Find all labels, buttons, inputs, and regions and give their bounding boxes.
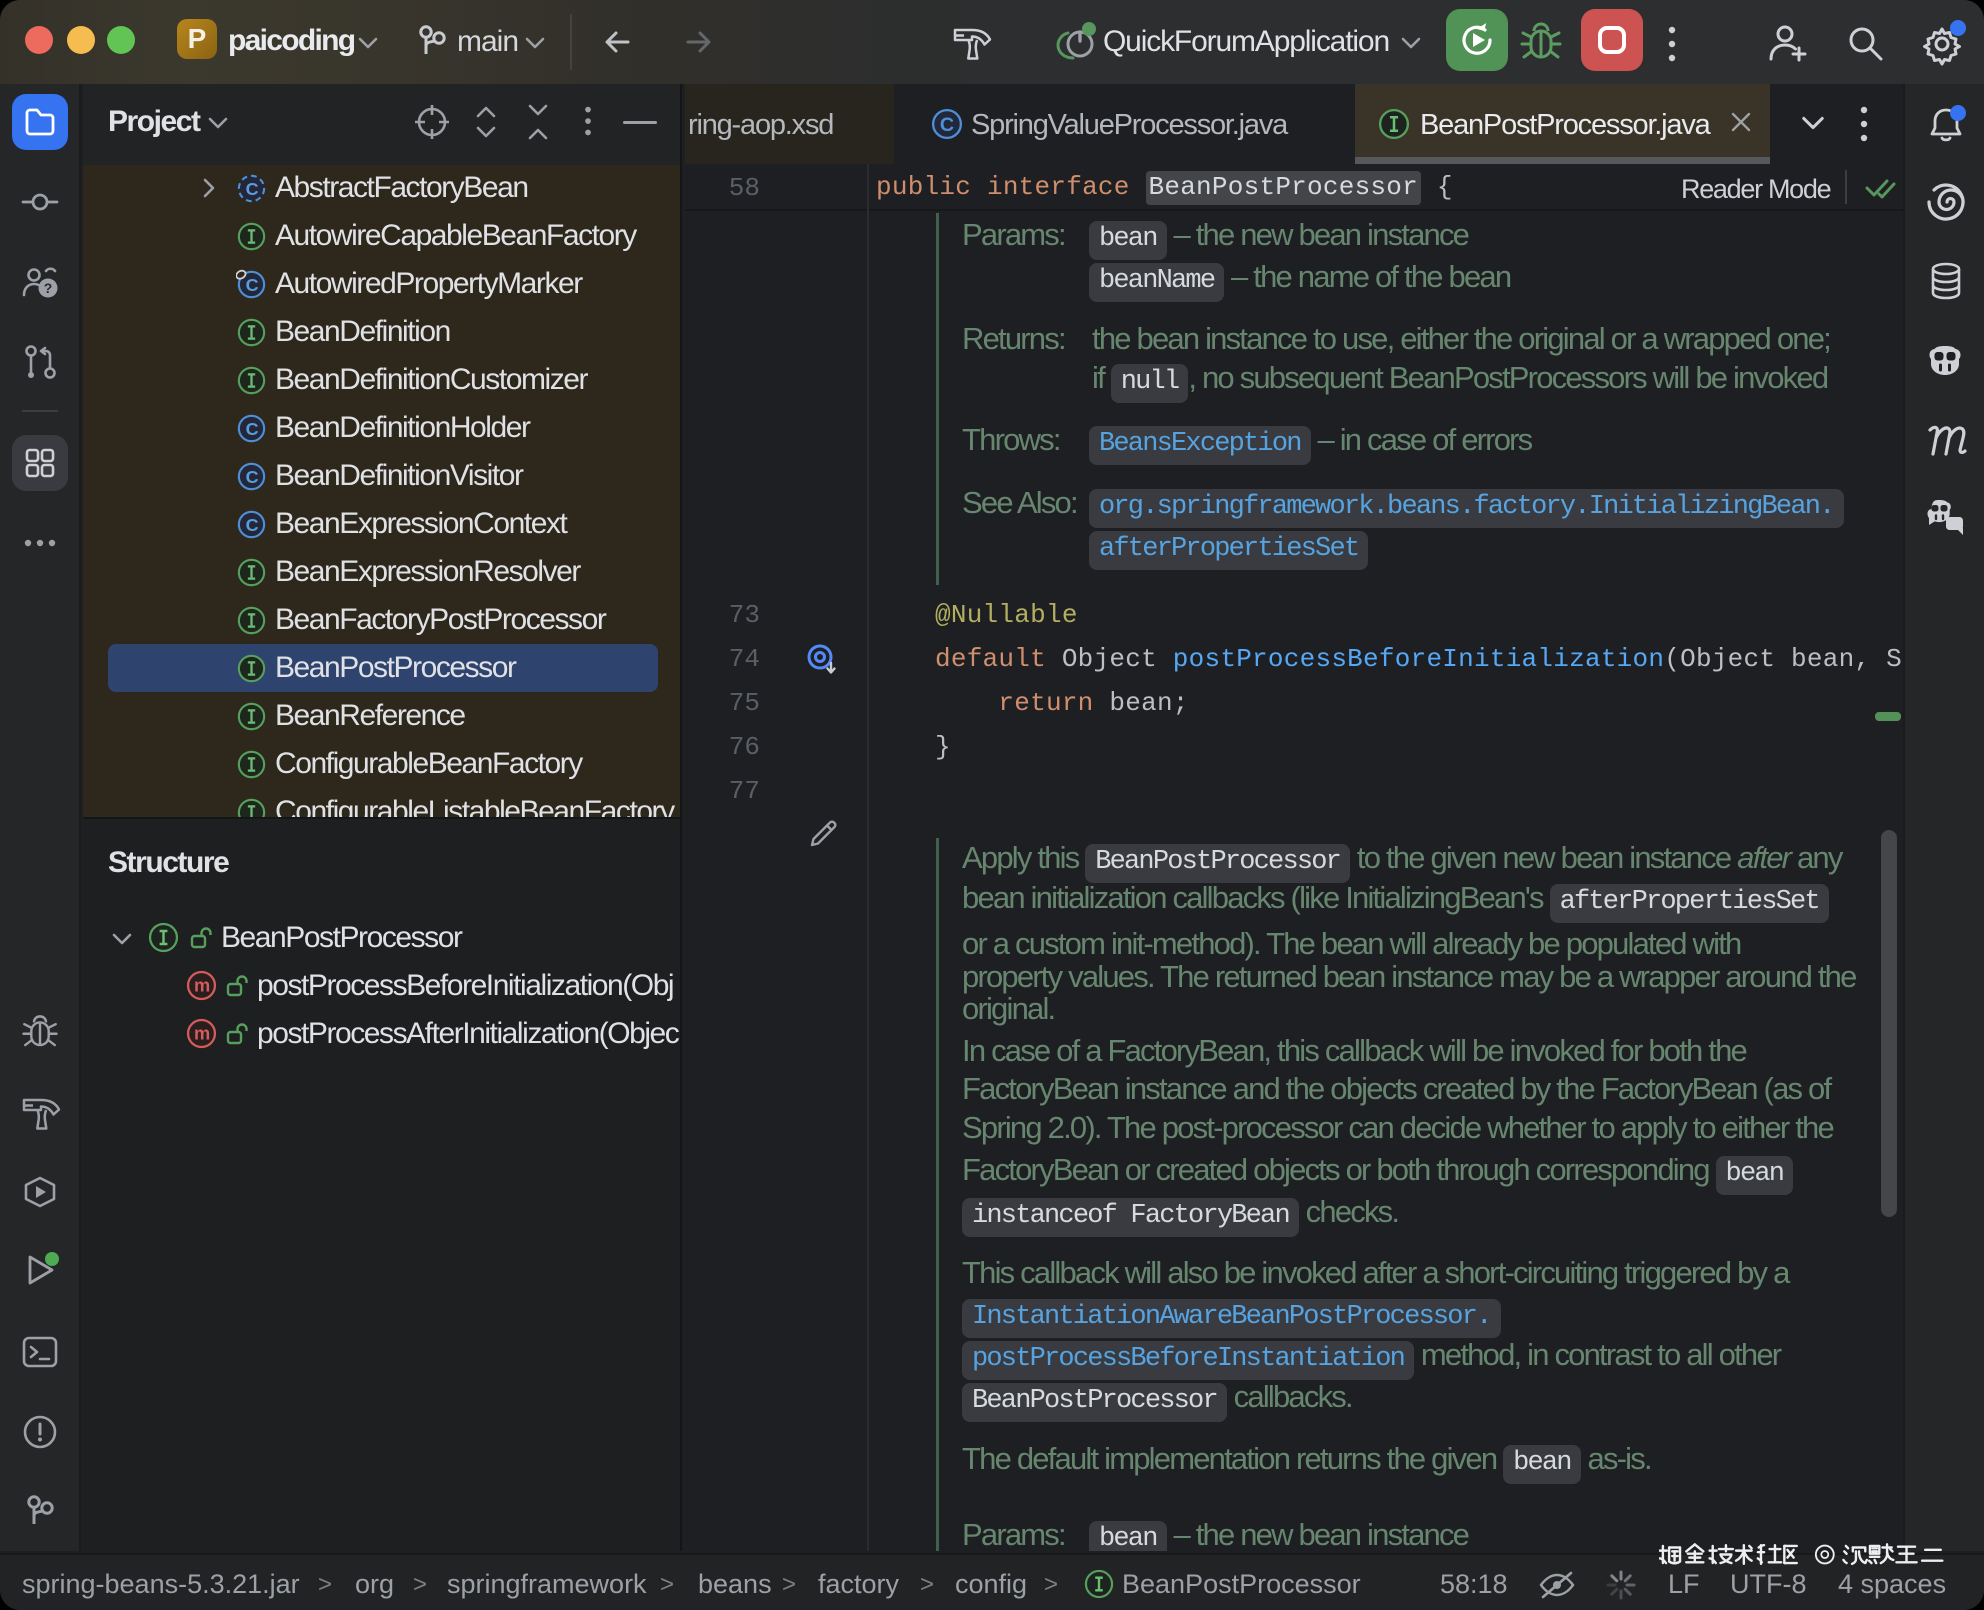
svg-text:C: C: [246, 467, 259, 487]
svg-text:C: C: [246, 179, 259, 199]
svg-text:C: C: [246, 515, 259, 535]
svg-text:C: C: [940, 114, 954, 136]
svg-text:?: ?: [44, 280, 53, 296]
svg-text:m: m: [194, 975, 210, 996]
svg-text:C: C: [246, 419, 259, 439]
svg-text:m: m: [194, 1023, 210, 1044]
svg-text:C: C: [246, 275, 259, 295]
